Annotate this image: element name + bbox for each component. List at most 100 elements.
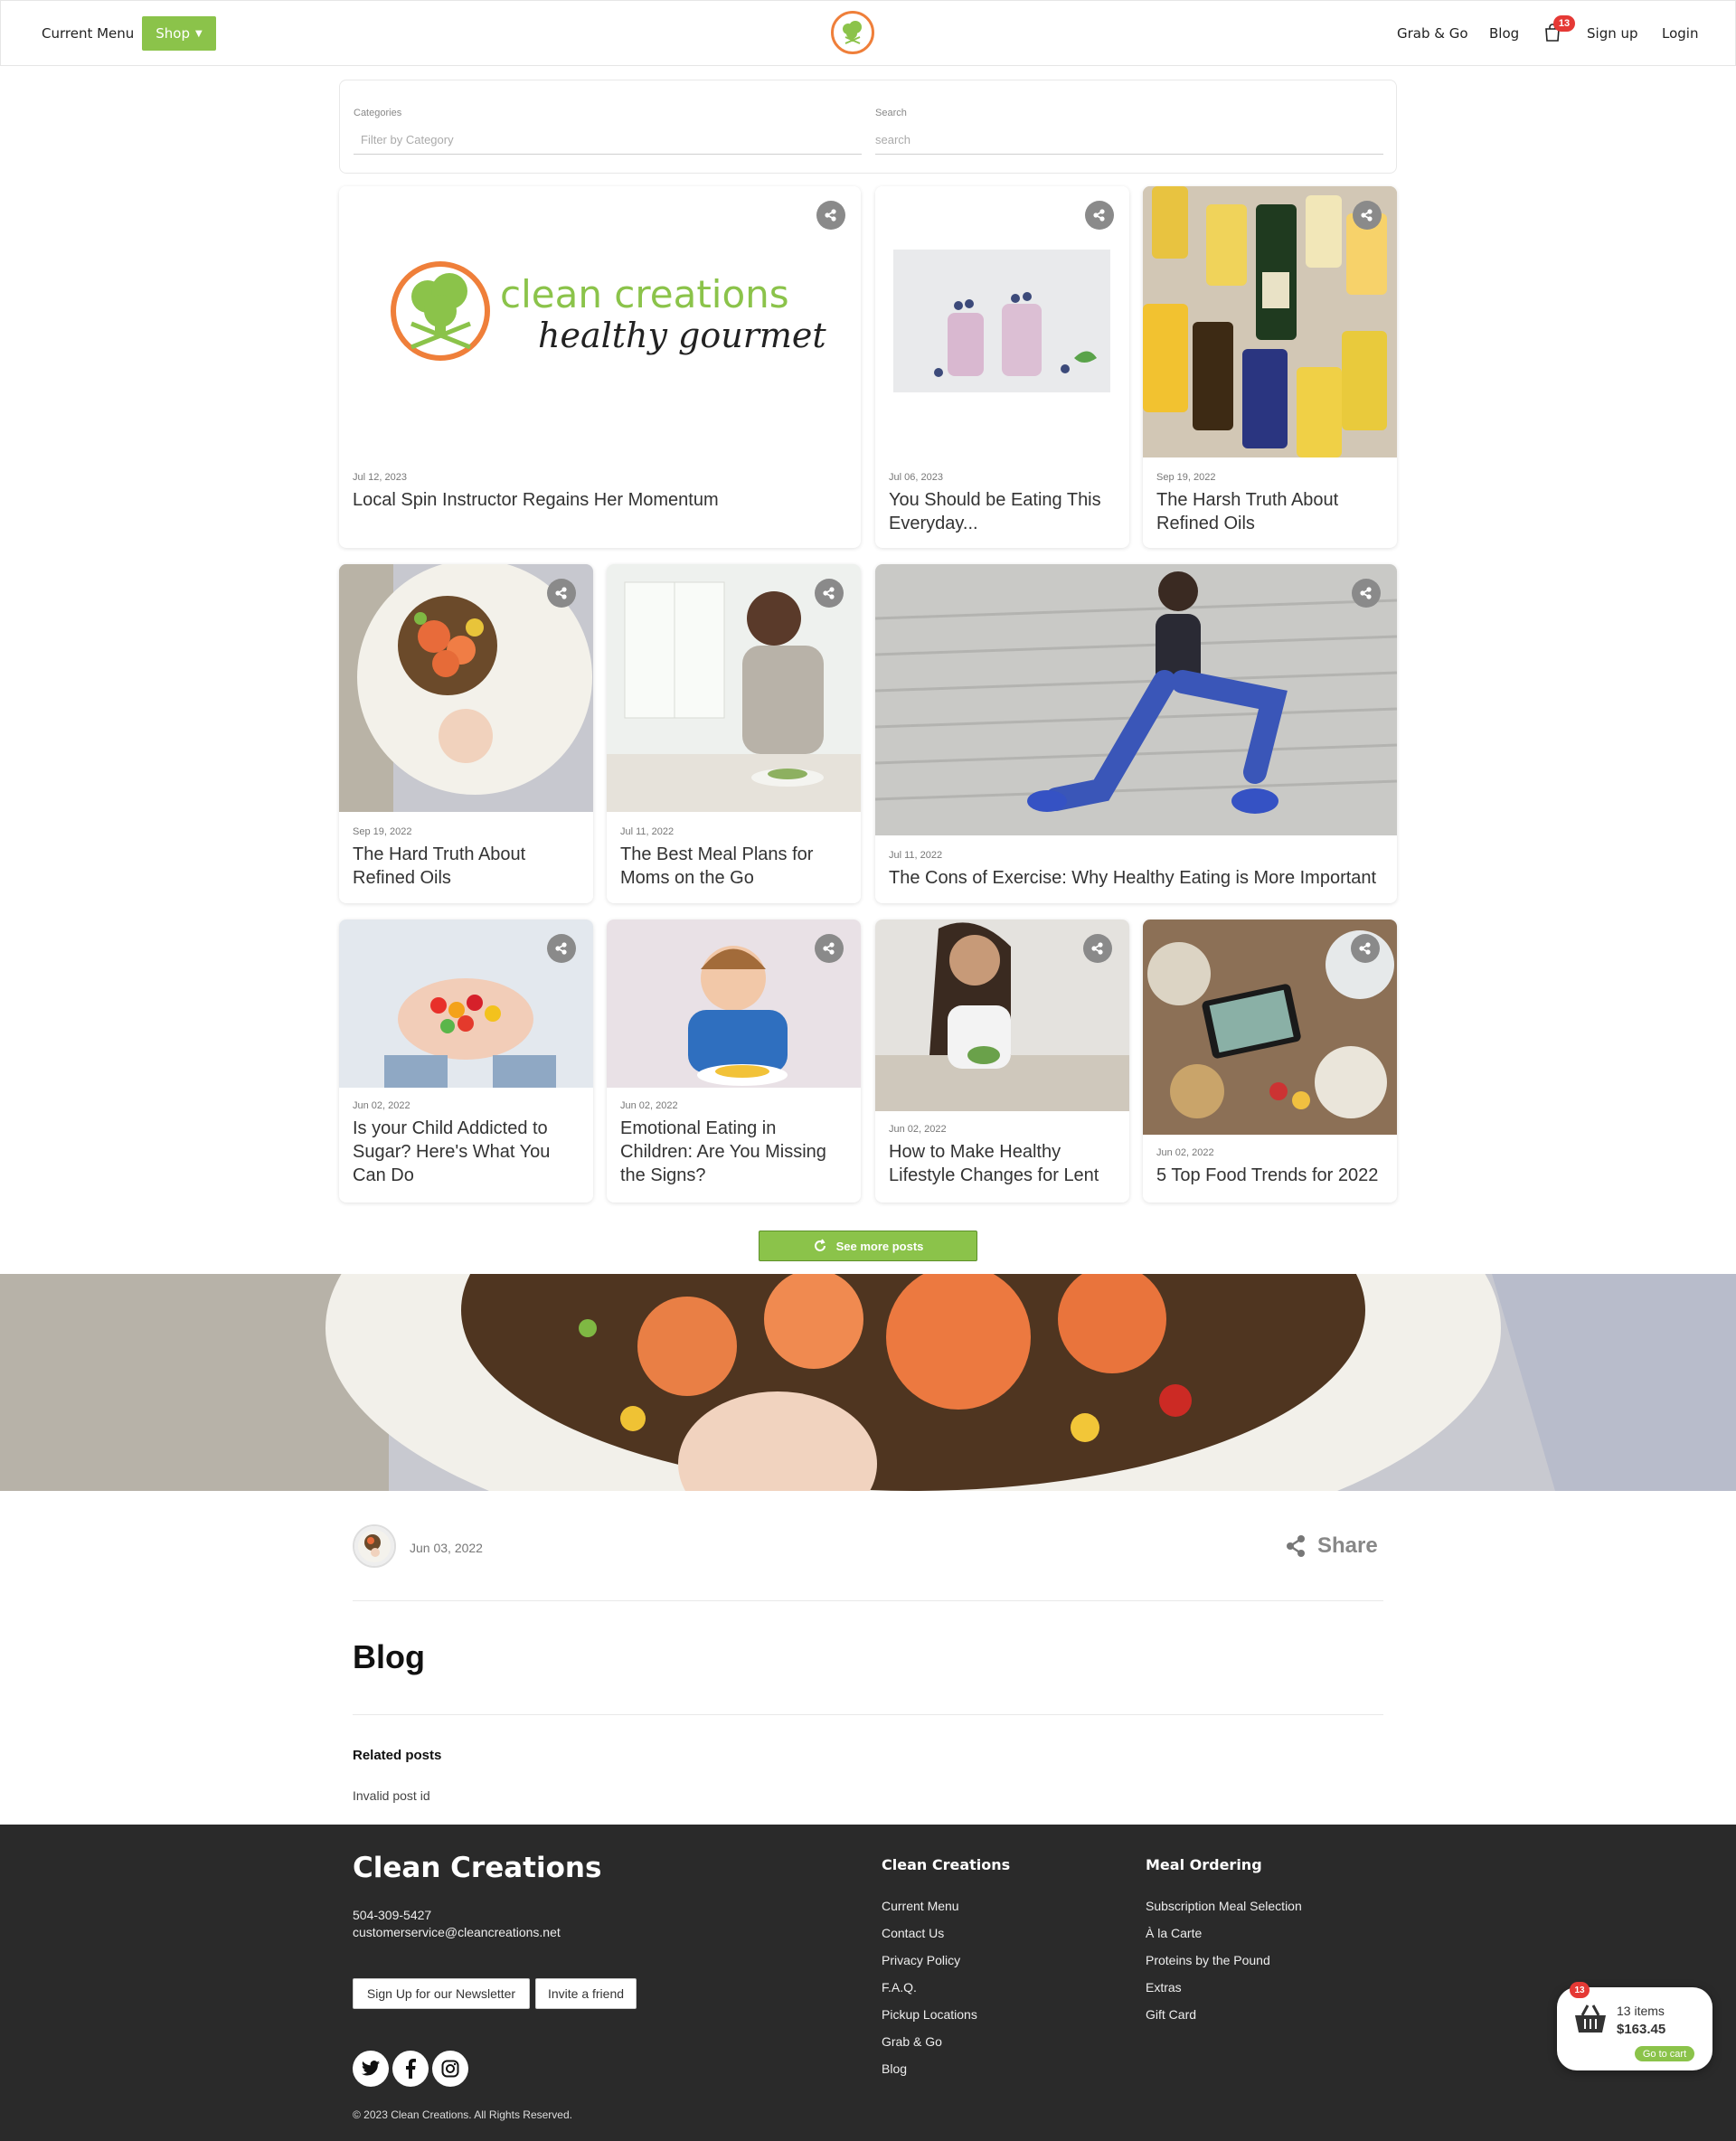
footer-link-blog[interactable]: Blog [882, 2061, 907, 2076]
floating-cart-badge: 13 [1570, 1982, 1590, 1998]
footer-link-current-menu[interactable]: Current Menu [882, 1899, 959, 1913]
search-input[interactable] [875, 126, 1383, 155]
post-title: The Hard Truth About Refined Oils [353, 844, 526, 888]
post-card[interactable]: Jul 11, 2022 The Best Meal Plans for Mom… [607, 564, 861, 903]
logo-text-top: clean creations [500, 272, 789, 316]
share-icon [822, 941, 835, 956]
share-icon [554, 941, 568, 956]
shop-button-label: Shop [156, 25, 191, 42]
footer-link-pickup-locations[interactable]: Pickup Locations [882, 2007, 977, 2022]
share-button[interactable] [547, 579, 576, 608]
logo-text-bottom: healthy gourmet [538, 316, 826, 355]
post-card[interactable]: Sep 19, 2022 The Hard Truth About Refine… [339, 564, 593, 903]
basket-icon [1575, 2004, 1606, 2033]
chevron-down-icon: ▼ [195, 28, 203, 39]
post-published-date: Jun 03, 2022 [410, 1541, 483, 1555]
floating-cart-items: 13 items [1617, 2004, 1665, 2018]
post-date: Jun 02, 2022 [353, 1100, 410, 1111]
share-icon [1090, 941, 1104, 956]
blog-filter-panel: Categories Search [339, 80, 1397, 174]
site-footer: Clean Creations 504-309-5427 customerser… [0, 1825, 1736, 2141]
post-image: clean creations healthy gourmet [339, 186, 861, 457]
nav-login[interactable]: Login [1662, 25, 1698, 42]
share-icon [822, 586, 835, 600]
footer-link-proteins[interactable]: Proteins by the Pound [1146, 1953, 1270, 1967]
footer-link-gift-card[interactable]: Gift Card [1146, 2007, 1196, 2022]
post-date: Jun 02, 2022 [1156, 1147, 1214, 1158]
post-card[interactable]: Jun 02, 2022 Emotional Eating in Childre… [607, 920, 861, 1203]
share-button[interactable] [1085, 201, 1114, 230]
share-icon [1360, 208, 1373, 222]
share-icon [1358, 941, 1372, 956]
footer-email[interactable]: customerservice@cleancreations.net [353, 1925, 561, 1939]
post-date: Jul 06, 2023 [889, 472, 943, 483]
copyright-text: © 2023 Clean Creations. All Rights Reser… [353, 2108, 572, 2121]
share-icon [1287, 1535, 1305, 1557]
nav-current-menu[interactable]: Current Menu [42, 25, 134, 42]
facebook-icon[interactable] [392, 2051, 429, 2087]
post-title: Is your Child Addicted to Sugar? Here's … [353, 1118, 551, 1185]
nav-sign-up[interactable]: Sign up [1587, 25, 1638, 42]
invite-friend-button[interactable]: Invite a friend [535, 1978, 637, 2009]
post-share-label: Share [1317, 1533, 1378, 1558]
search-label: Search [875, 108, 907, 118]
site-header: Current Menu Shop ▼ Grab & Go Blog 13 Si… [0, 0, 1736, 66]
post-title: The Best Meal Plans for Moms on the Go [620, 844, 814, 888]
related-posts-message: Invalid post id [353, 1788, 430, 1803]
post-date: Jun 02, 2022 [620, 1100, 678, 1111]
twitter-icon[interactable] [353, 2051, 389, 2087]
post-card[interactable]: Jun 02, 2022 5 Top Food Trends for 2022 [1143, 920, 1397, 1203]
footer-col1-title: Clean Creations [882, 1856, 1011, 1873]
nav-blog[interactable]: Blog [1489, 25, 1519, 42]
footer-link-faq[interactable]: F.A.Q. [882, 1980, 917, 1995]
share-button[interactable] [1083, 934, 1112, 963]
post-title: Local Spin Instructor Regains Her Moment… [353, 490, 719, 510]
share-button[interactable] [815, 579, 844, 608]
post-card[interactable]: Jun 02, 2022 How to Make Healthy Lifesty… [875, 920, 1129, 1203]
post-share-button[interactable]: Share [1285, 1533, 1378, 1559]
refresh-icon [814, 1239, 826, 1251]
go-to-cart-button[interactable]: Go to cart [1635, 2046, 1694, 2061]
footer-phone[interactable]: 504-309-5427 [353, 1908, 431, 1922]
post-title: The Harsh Truth About Refined Oils [1156, 490, 1339, 533]
post-date: Sep 19, 2022 [1156, 472, 1216, 483]
author-avatar[interactable] [353, 1524, 396, 1568]
share-icon [554, 586, 568, 600]
floating-cart-widget[interactable]: 13 13 items $163.45 Go to cart [1557, 1982, 1712, 2070]
see-more-posts-button[interactable]: See more posts [759, 1231, 977, 1261]
share-button[interactable] [815, 934, 844, 963]
footer-link-subscription[interactable]: Subscription Meal Selection [1146, 1899, 1302, 1913]
post-card[interactable]: Jul 06, 2023 You Should be Eating This E… [875, 186, 1129, 548]
site-logo[interactable] [831, 11, 874, 54]
shop-button[interactable]: Shop ▼ [142, 16, 216, 51]
post-card[interactable]: Sep 19, 2022 The Harsh Truth About Refin… [1143, 186, 1397, 548]
share-icon [1359, 586, 1373, 600]
newsletter-signup-button[interactable]: Sign Up for our Newsletter [353, 1978, 530, 2009]
post-hero-image [0, 1274, 1736, 1491]
post-title: You Should be Eating This Everyday... [889, 490, 1101, 533]
footer-link-contact-us[interactable]: Contact Us [882, 1926, 944, 1940]
nav-grab-and-go[interactable]: Grab & Go [1397, 25, 1468, 42]
category-filter-select[interactable] [354, 126, 862, 155]
footer-link-grab-and-go[interactable]: Grab & Go [882, 2034, 942, 2049]
post-date: Jul 11, 2022 [889, 850, 943, 861]
instagram-icon[interactable] [432, 2051, 468, 2087]
clean-creations-logo: clean creations healthy gourmet [391, 261, 826, 361]
post-card[interactable]: clean creations healthy gourmet Jul 12, … [339, 186, 861, 548]
footer-link-a-la-carte[interactable]: À la Carte [1146, 1926, 1202, 1940]
share-button[interactable] [816, 201, 845, 230]
post-date: Jul 12, 2023 [353, 472, 407, 483]
share-button[interactable] [1353, 201, 1382, 230]
footer-link-extras[interactable]: Extras [1146, 1980, 1182, 1995]
footer-col2-title: Meal Ordering [1146, 1856, 1262, 1873]
share-button[interactable] [547, 934, 576, 963]
broccoli-logo-icon [843, 21, 862, 44]
post-title: The Cons of Exercise: Why Healthy Eating… [889, 868, 1377, 888]
post-date: Sep 19, 2022 [353, 826, 412, 837]
post-card[interactable]: Jun 02, 2022 Is your Child Addicted to S… [339, 920, 593, 1203]
share-button[interactable] [1351, 934, 1380, 963]
cart-count-badge: 13 [1553, 15, 1575, 32]
footer-link-privacy-policy[interactable]: Privacy Policy [882, 1953, 960, 1967]
share-button[interactable] [1352, 579, 1381, 608]
post-card[interactable]: Jul 11, 2022 The Cons of Exercise: Why H… [875, 564, 1397, 903]
